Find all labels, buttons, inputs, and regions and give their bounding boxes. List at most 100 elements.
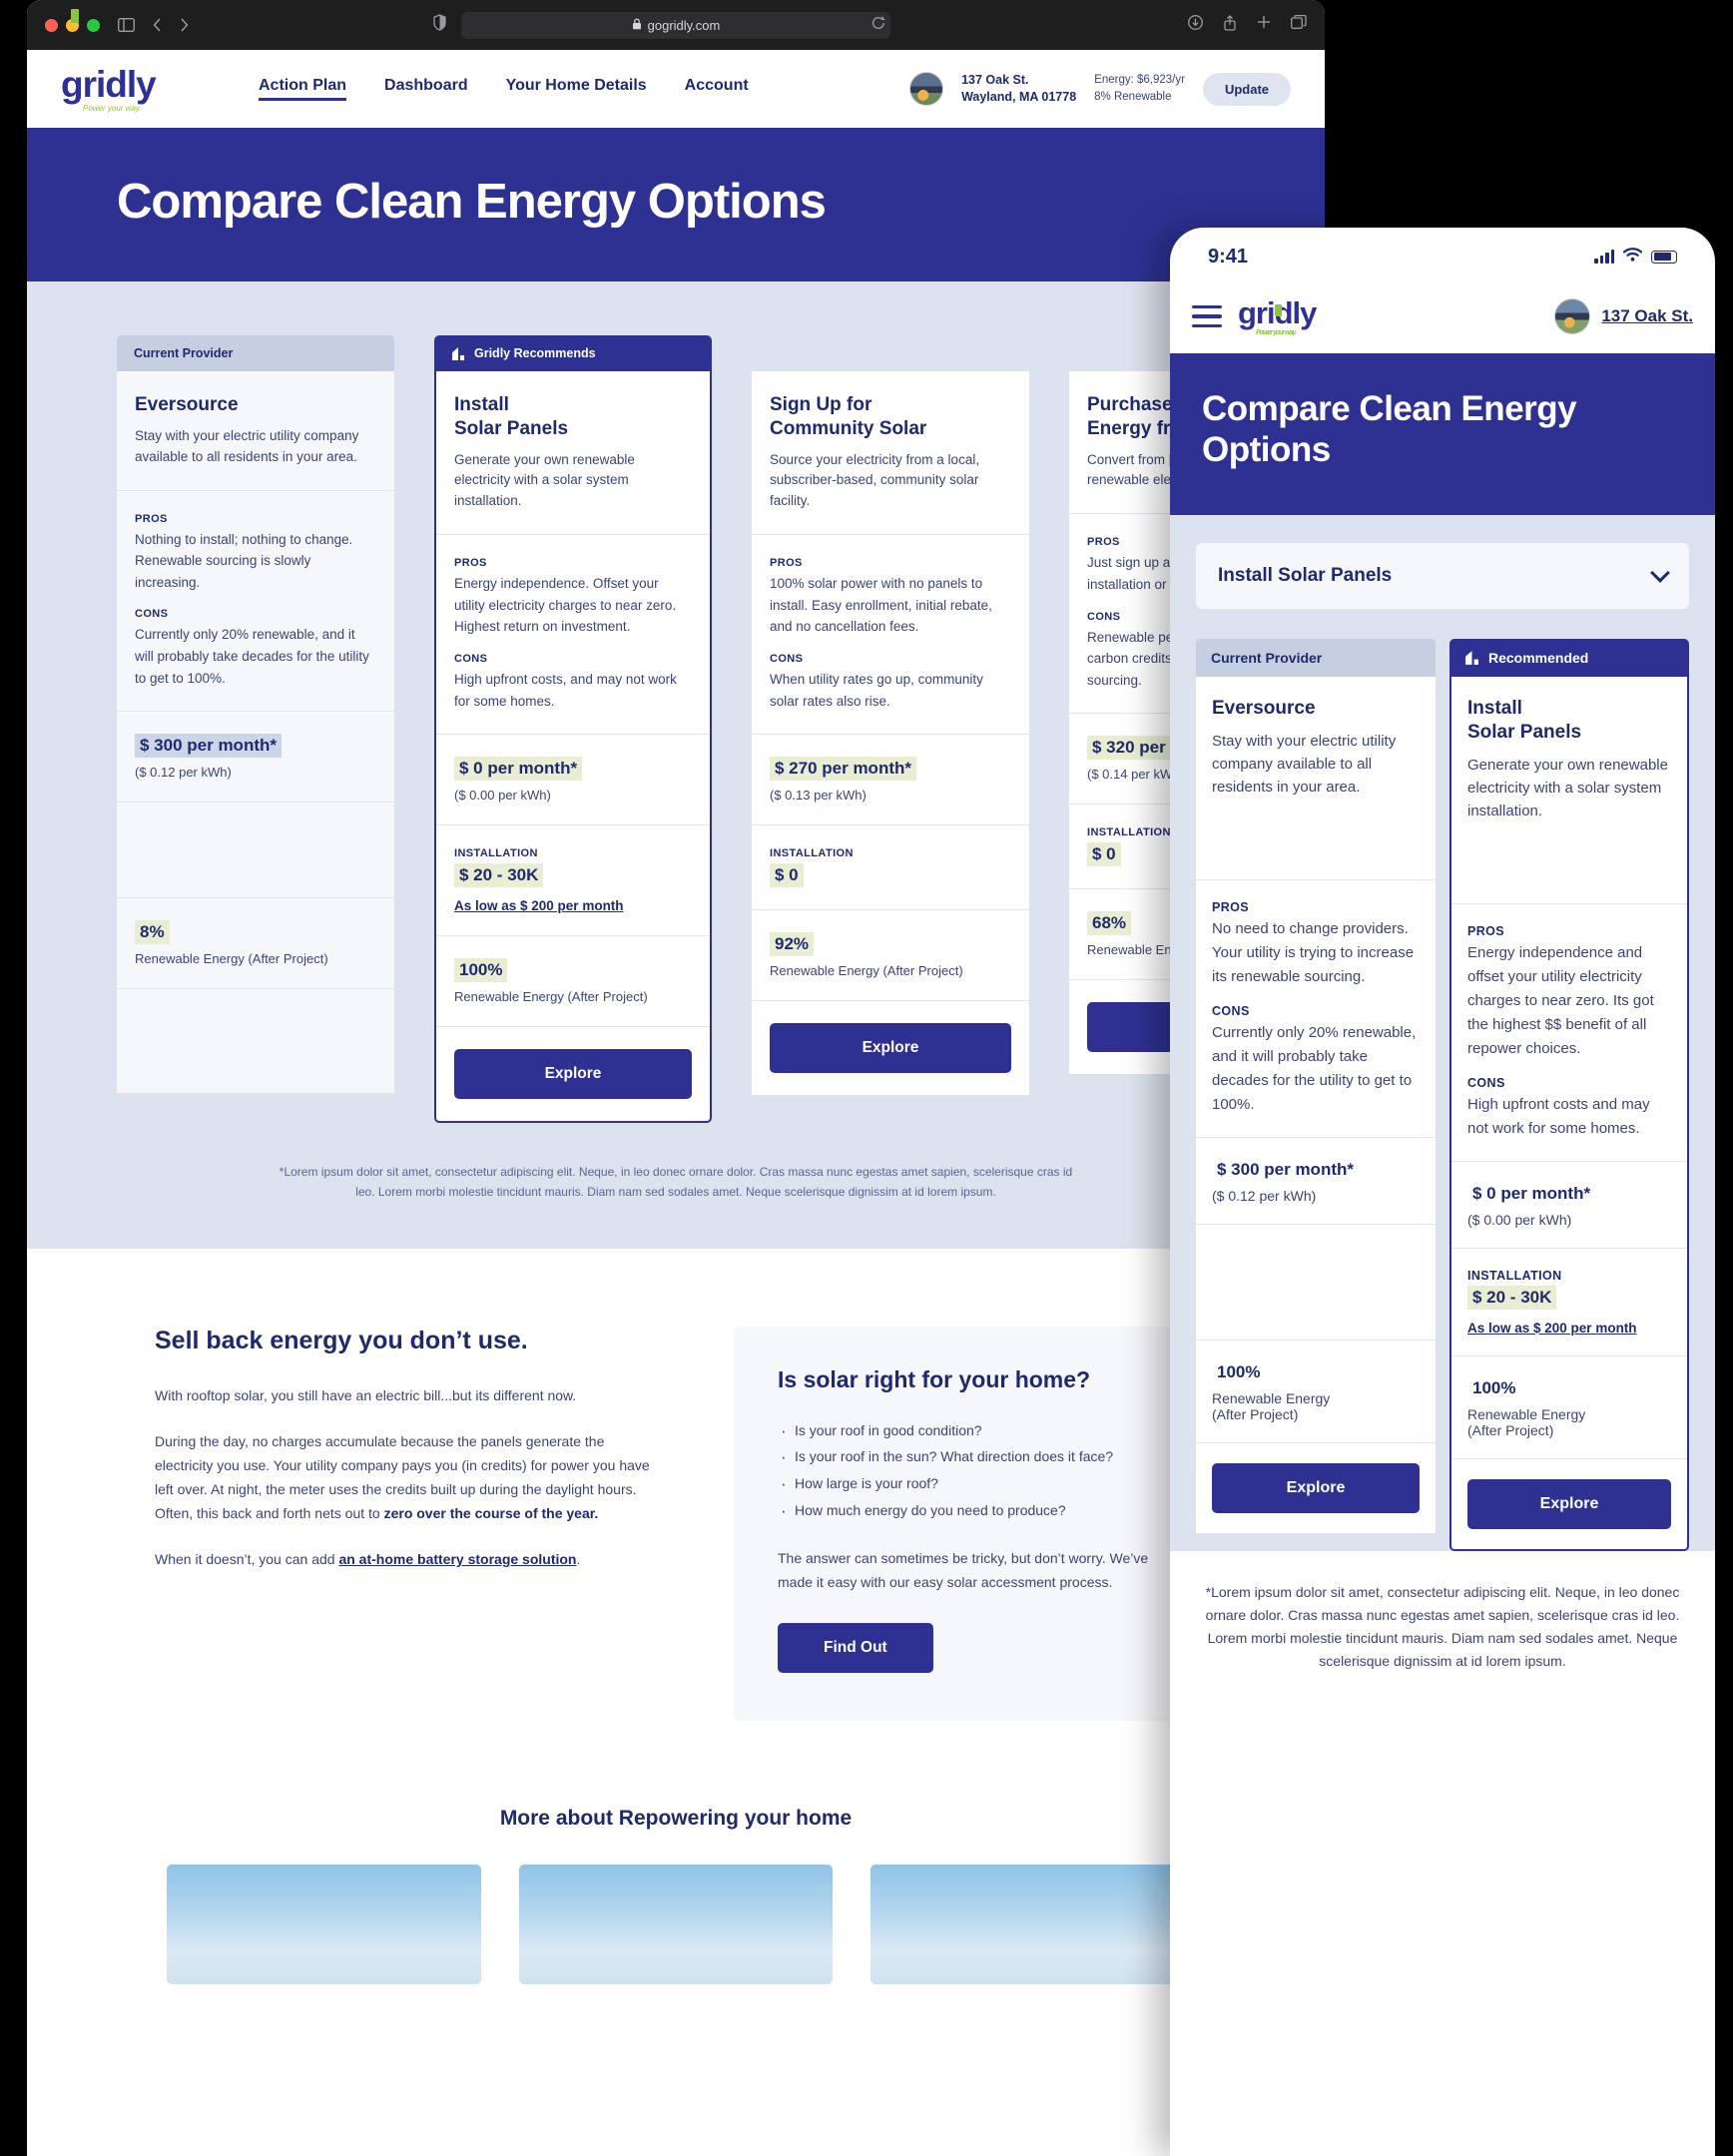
article-thumbnail[interactable] — [518, 1864, 834, 1984]
card-renewable-section: 100% Renewable Energy (After Project) — [436, 936, 710, 1028]
maximize-window-button[interactable] — [87, 18, 100, 32]
phone-home-address[interactable]: 137 Oak St. — [1601, 306, 1693, 326]
phone-cons-label: CONS — [1212, 1003, 1250, 1018]
home-recommend-icon — [452, 346, 464, 360]
phone-as-low-as-link[interactable]: As low as $ 200 per month — [1467, 1321, 1671, 1336]
address-bar[interactable]: gogridly.com — [461, 11, 890, 39]
phone-cons-text: Currently only 20% renewable, and it wil… — [1212, 1023, 1417, 1113]
phone-pros-label: PROS — [1212, 899, 1250, 914]
back-button-icon[interactable] — [153, 18, 162, 32]
phone-card-title: Eversource — [1212, 697, 1316, 719]
sell-back-paragraph-1: With rooftop solar, you still have an el… — [155, 1386, 577, 1403]
renewable-label: Renewable Energy (After Project) — [454, 989, 648, 1005]
renewable-percent: 8% — [135, 920, 170, 945]
compare-footnote: *Lorem ipsum dolor sit amet, consectetur… — [279, 1165, 1073, 1200]
renewable-percent: 100% — [454, 958, 508, 983]
phone-home-avatar[interactable] — [1554, 298, 1591, 334]
phone-monthly-price: $ 0 per month* — [1472, 1183, 1591, 1203]
header-account-area: 137 Oak St. Wayland, MA 01778 Energy: $6… — [909, 72, 1291, 106]
logo-tagline: Power your way. — [83, 103, 142, 113]
card-body: Eversource Stay with your electric utili… — [117, 371, 394, 1094]
phone-card-description: Stay with your electric utility company … — [1212, 732, 1397, 797]
phone-card-cta-section: Explore — [1196, 1443, 1436, 1533]
list-item: Is your roof in the sun? What direction … — [778, 1441, 1159, 1473]
article-thumbnail[interactable] — [167, 1864, 481, 1984]
cons-label: CONS — [135, 608, 169, 621]
privacy-shield-icon[interactable] — [433, 14, 446, 36]
home-avatar[interactable] — [909, 72, 944, 106]
logo-wordmark: gridly — [61, 63, 157, 105]
pros-text: Nothing to install; nothing to change. R… — [135, 531, 353, 590]
screenshot-stage: gogridly.com gridly Power your way. Acti… — [0, 0, 1733, 2156]
nav-item-action-plan[interactable]: Action Plan — [259, 77, 347, 101]
status-indicators — [1594, 247, 1677, 267]
site-header: gridly Power your way. Action Plan Dashb… — [27, 9, 1325, 128]
home-recommend-icon — [1465, 650, 1478, 665]
card-title: Install Solar Panels — [454, 394, 569, 439]
cons-label: CONS — [454, 653, 488, 666]
forward-button-icon[interactable] — [180, 18, 189, 32]
phone-card-body: Eversource Stay with your electric utili… — [1196, 676, 1436, 1533]
phone-pros-text: No need to change providers. Your utilit… — [1212, 919, 1415, 985]
phone-card-renewable-section: 100% Renewable Energy (After Project) — [1196, 1341, 1436, 1443]
card-proscons-section: PROS Nothing to install; nothing to chan… — [117, 491, 394, 713]
tab-overview-icon[interactable] — [1291, 14, 1307, 36]
reload-icon[interactable] — [871, 16, 885, 35]
battery-storage-link[interactable]: an at-home battery storage solution — [338, 1551, 576, 1567]
phone-card-installation-section: INSTALLATION $ 20 - 30K As low as $ 200 … — [1451, 1249, 1687, 1356]
article-thumbnail[interactable] — [870, 1864, 1186, 1984]
browser-chrome: gogridly.com — [27, 0, 1325, 50]
phone-mockup: 9:41 gridly Power your way. 137 Oak St — [1170, 228, 1715, 2156]
card-installation-section: INSTALLATION $ 20 - 30K As low as $ 200 … — [436, 825, 710, 937]
explore-button[interactable]: Explore — [454, 1049, 692, 1100]
card-title: Sign Up for Community Solar — [770, 394, 927, 439]
phone-card-cta-section: Explore — [1451, 1459, 1687, 1549]
sell-back-paragraph-3: When it doesn’t, you can add an at-home … — [155, 1547, 654, 1571]
energy-renewable-pct: 8% Renewable — [1094, 91, 1172, 103]
phone-price-per-kwh: ($ 0.00 per kWh) — [1467, 1211, 1572, 1228]
card-price-section: $ 0 per month* ($ 0.00 per kWh) — [436, 735, 710, 826]
address-line-1: 137 Oak St. — [961, 73, 1029, 88]
cons-text: High upfront costs, and may not work for… — [454, 672, 677, 709]
sell-back-copy: Sell back energy you don’t use. With roo… — [155, 1327, 654, 1721]
phone-gridly-logo[interactable]: gridly Power your way. — [1238, 297, 1317, 336]
new-tab-icon[interactable] — [1257, 15, 1271, 36]
update-button[interactable]: Update — [1202, 72, 1291, 106]
card-tab-current-provider: Current Provider — [117, 335, 394, 371]
find-out-button[interactable]: Find Out — [778, 1622, 933, 1673]
explore-button[interactable]: Explore — [770, 1023, 1011, 1074]
pros-text: Energy independence. Offset your utility… — [454, 576, 677, 635]
battery-icon — [1651, 250, 1677, 264]
nav-item-your-home-details[interactable]: Your Home Details — [506, 77, 647, 101]
phone-explore-button[interactable]: Explore — [1467, 1478, 1671, 1529]
phone-card-proscons-section: PROS No need to change providers. Your u… — [1196, 880, 1436, 1138]
phone-card-tab-recommended: Recommended — [1449, 638, 1689, 677]
list-item: How large is your roof? — [778, 1468, 1159, 1500]
card-description: Generate your own renewable electricity … — [454, 451, 635, 509]
list-item: Is your roof in good condition? — [778, 1415, 1159, 1447]
installation-cost: $ 0 — [770, 863, 804, 888]
chevron-down-icon — [1650, 562, 1670, 583]
nav-item-account[interactable]: Account — [685, 77, 749, 101]
hamburger-menu-icon[interactable] — [1192, 304, 1222, 328]
home-address[interactable]: 137 Oak St. Wayland, MA 01778 — [961, 72, 1076, 106]
phone-card-description: Generate your own renewable electricity … — [1467, 756, 1668, 820]
option-select-dropdown[interactable]: Install Solar Panels — [1196, 542, 1689, 609]
sidebar-toggle-icon[interactable] — [118, 18, 135, 32]
phone-explore-button[interactable]: Explore — [1212, 1462, 1420, 1513]
as-low-as-link[interactable]: As low as $ 200 per month — [454, 898, 692, 913]
signal-bars-icon — [1594, 250, 1614, 264]
card-price-section: $ 270 per month* ($ 0.13 per kWh) — [752, 735, 1029, 826]
gridly-logo[interactable]: gridly Power your way. — [61, 9, 211, 113]
more-about-thumbnails — [27, 1864, 1325, 1984]
chrome-right-icons — [1188, 14, 1307, 36]
nav-item-dashboard[interactable]: Dashboard — [384, 77, 468, 101]
phone-card-intro-section: Install Solar Panels Generate your own re… — [1451, 677, 1687, 904]
share-icon[interactable] — [1223, 14, 1237, 36]
price-per-kwh: ($ 0.00 per kWh) — [454, 788, 551, 804]
phone-logo-tagline: Power your way. — [1256, 328, 1297, 336]
download-icon[interactable] — [1188, 14, 1203, 36]
close-window-button[interactable] — [45, 18, 58, 32]
phone-compare-footnote: *Lorem ipsum dolor sit amet, consectetur… — [1170, 1550, 1715, 1713]
card-installation-section: INSTALLATION $ 0 — [752, 825, 1029, 911]
